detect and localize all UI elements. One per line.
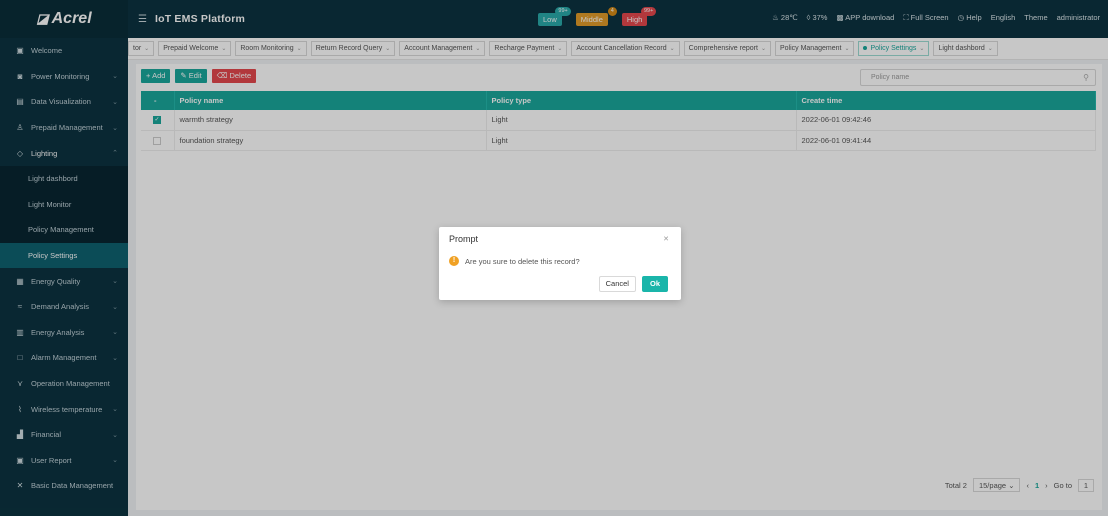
dialog-message-text: Are you sure to delete this record? [465,256,580,266]
close-icon[interactable]: ✕ [663,235,669,243]
confirm-dialog: Prompt ✕ ! Are you sure to delete this r… [439,227,681,300]
cancel-button[interactable]: Cancel [598,276,636,292]
ok-button[interactable]: Ok [641,276,668,292]
dialog-title: Prompt [449,234,479,244]
warning-icon: ! [449,256,459,266]
dialog-buttons: Cancel Ok [598,276,668,292]
dialog-message: ! Are you sure to delete this record? [449,256,580,266]
